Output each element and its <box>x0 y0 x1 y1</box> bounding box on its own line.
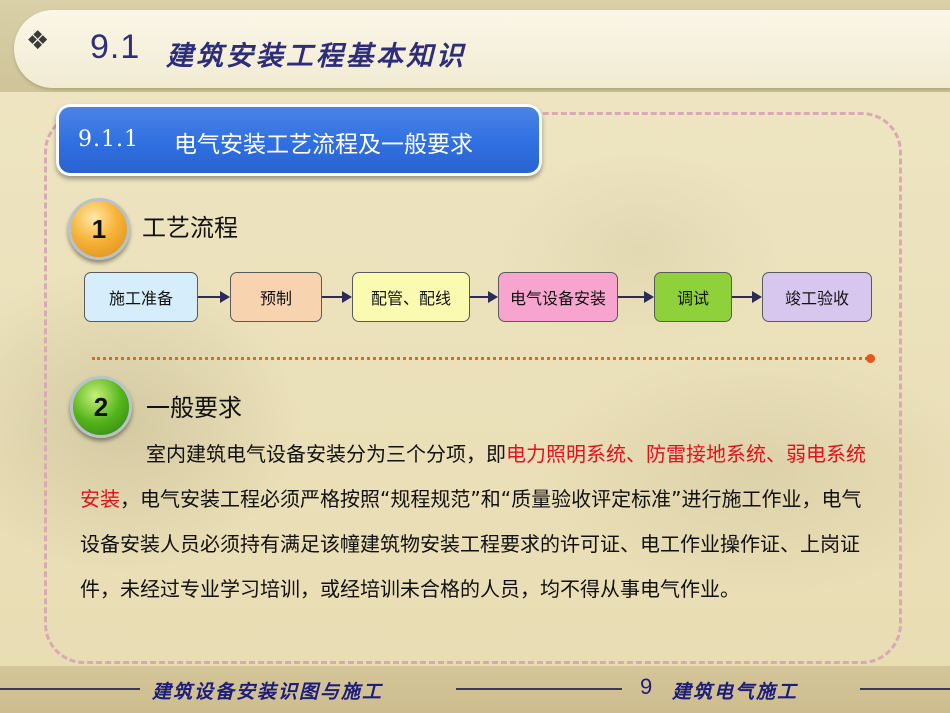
step-badge-2: 2 <box>70 376 132 438</box>
flow-box-prefabrication: 预制 <box>230 272 322 322</box>
step-label-process: 工艺流程 <box>142 214 238 242</box>
step-badge-1: 1 <box>68 198 130 260</box>
footer-rule-left <box>0 688 140 690</box>
section-number: 9.1.1 <box>78 127 139 152</box>
flow-box-piping-wiring: 配管、配线 <box>352 272 470 322</box>
requirements-text-2: ，电气安装工程必须严格按照“规程规范”和“质量验收评定标准”进行施工作业，电气设… <box>80 487 862 601</box>
divider-end-dot <box>866 354 875 363</box>
chapter-section-number: 9.1 <box>90 28 141 66</box>
header-bar <box>14 10 950 88</box>
dotted-divider <box>92 357 868 360</box>
footer-chapter-title: 建筑电气施工 <box>672 681 799 703</box>
footer-band <box>0 666 950 713</box>
footer-book-title: 建筑设备安装识图与施工 <box>152 681 384 703</box>
footer-rule-middle <box>456 688 622 690</box>
flow-arrow-icon <box>198 291 230 303</box>
flow-arrow-icon <box>322 291 352 303</box>
flow-arrow-icon <box>618 291 654 303</box>
flow-box-equipment-installation: 电气设备安装 <box>498 272 618 322</box>
flow-arrow-icon <box>732 291 762 303</box>
footer-rule-right <box>860 688 950 690</box>
diamond-bullet-icon: ❖ <box>26 26 50 56</box>
requirements-paragraph: 室内建筑电气设备安装分为三个分项，即电力照明系统、防雷接地系统、弱电系统安装，电… <box>80 432 870 612</box>
flow-box-preparation: 施工准备 <box>84 272 198 322</box>
footer-chapter-number: 9 <box>640 674 653 699</box>
flow-arrow-icon <box>470 291 498 303</box>
requirements-text-1: 室内建筑电气设备安装分为三个分项，即 <box>146 442 506 466</box>
step-label-requirements: 一般要求 <box>146 394 242 422</box>
flow-box-acceptance: 竣工验收 <box>762 272 872 322</box>
flow-box-commissioning: 调试 <box>654 272 732 322</box>
page-title: 建筑安装工程基本知识 <box>166 41 466 72</box>
section-title: 电气安装工艺流程及一般要求 <box>174 132 473 158</box>
